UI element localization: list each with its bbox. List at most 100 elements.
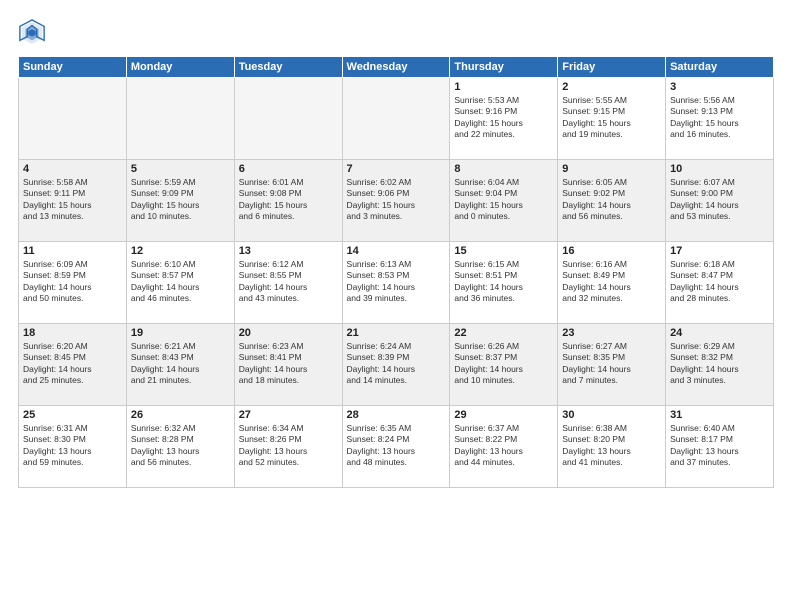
calendar-week-1: 1Sunrise: 5:53 AM Sunset: 9:16 PM Daylig… (19, 78, 774, 160)
day-number: 19 (131, 327, 230, 339)
day-info: Sunrise: 6:09 AM Sunset: 8:59 PM Dayligh… (23, 259, 122, 305)
calendar-cell: 9 Sunrise: 6:05 AM Sunset: 9:02 PM Daylig… (558, 160, 666, 242)
day-info: Sunrise: 6:32 AM Sunset: 8:28 PM Dayligh… (131, 423, 230, 469)
day-number: 14 (347, 245, 446, 257)
calendar: SundayMondayTuesdayWednesdayThursdayFrid… (18, 56, 774, 488)
day-info: Sunrise: 5:56 AM Sunset: 9:13 PM Dayligh… (670, 95, 769, 141)
day-info: Sunrise: 6:20 AM Sunset: 8:45 PM Dayligh… (23, 341, 122, 387)
day-number: 1 (454, 81, 553, 93)
day-info: Sunrise: 6:40 AM Sunset: 8:17 PM Dayligh… (670, 423, 769, 469)
calendar-cell: 4 Sunrise: 5:58 AM Sunset: 9:11 PM Daylig… (19, 160, 127, 242)
day-number: 16 (562, 245, 661, 257)
calendar-cell: 26 Sunrise: 6:32 AM Sunset: 8:28 PM Dayli… (126, 406, 234, 488)
calendar-cell: 13 Sunrise: 6:12 AM Sunset: 8:55 PM Dayli… (234, 242, 342, 324)
weekday-header-thursday: Thursday (450, 57, 558, 78)
weekday-header-friday: Friday (558, 57, 666, 78)
day-info: Sunrise: 6:21 AM Sunset: 8:43 PM Dayligh… (131, 341, 230, 387)
day-number: 10 (670, 163, 769, 175)
calendar-week-5: 25 Sunrise: 6:31 AM Sunset: 8:30 PM Dayli… (19, 406, 774, 488)
calendar-cell: 2Sunrise: 5:55 AM Sunset: 9:15 PM Daylig… (558, 78, 666, 160)
weekday-header-saturday: Saturday (666, 57, 774, 78)
day-info: Sunrise: 6:10 AM Sunset: 8:57 PM Dayligh… (131, 259, 230, 305)
day-number: 31 (670, 409, 769, 421)
calendar-cell: 27Sunrise: 6:34 AM Sunset: 8:26 PM Dayli… (234, 406, 342, 488)
page: SundayMondayTuesdayWednesdayThursdayFrid… (0, 0, 792, 612)
day-info: Sunrise: 6:31 AM Sunset: 8:30 PM Dayligh… (23, 423, 122, 469)
calendar-cell: 16Sunrise: 6:16 AM Sunset: 8:49 PM Dayli… (558, 242, 666, 324)
day-number: 13 (239, 245, 338, 257)
day-info: Sunrise: 6:38 AM Sunset: 8:20 PM Dayligh… (562, 423, 661, 469)
day-info: Sunrise: 6:13 AM Sunset: 8:53 PM Dayligh… (347, 259, 446, 305)
day-number: 27 (239, 409, 338, 421)
calendar-cell (342, 78, 450, 160)
calendar-cell: 30 Sunrise: 6:38 AM Sunset: 8:20 PM Dayli… (558, 406, 666, 488)
day-info: Sunrise: 6:01 AM Sunset: 9:08 PM Dayligh… (239, 177, 338, 223)
weekday-header-row: SundayMondayTuesdayWednesdayThursdayFrid… (19, 57, 774, 78)
calendar-cell: 31 Sunrise: 6:40 AM Sunset: 8:17 PM Dayli… (666, 406, 774, 488)
weekday-header-monday: Monday (126, 57, 234, 78)
day-info: Sunrise: 5:58 AM Sunset: 9:11 PM Dayligh… (23, 177, 122, 223)
calendar-cell: 6 Sunrise: 6:01 AM Sunset: 9:08 PM Daylig… (234, 160, 342, 242)
calendar-cell: 8Sunrise: 6:04 AM Sunset: 9:04 PM Daylig… (450, 160, 558, 242)
day-info: Sunrise: 6:02 AM Sunset: 9:06 PM Dayligh… (347, 177, 446, 223)
calendar-cell (126, 78, 234, 160)
calendar-cell: 19 Sunrise: 6:21 AM Sunset: 8:43 PM Dayli… (126, 324, 234, 406)
day-number: 15 (454, 245, 553, 257)
day-number: 18 (23, 327, 122, 339)
day-number: 25 (23, 409, 122, 421)
calendar-cell: 11 Sunrise: 6:09 AM Sunset: 8:59 PM Dayli… (19, 242, 127, 324)
day-info: Sunrise: 5:55 AM Sunset: 9:15 PM Dayligh… (562, 95, 661, 141)
calendar-cell: 12 Sunrise: 6:10 AM Sunset: 8:57 PM Dayli… (126, 242, 234, 324)
day-number: 17 (670, 245, 769, 257)
day-number: 26 (131, 409, 230, 421)
day-info: Sunrise: 6:18 AM Sunset: 8:47 PM Dayligh… (670, 259, 769, 305)
day-number: 24 (670, 327, 769, 339)
calendar-cell: 23 Sunrise: 6:27 AM Sunset: 8:35 PM Dayli… (558, 324, 666, 406)
calendar-cell: 22 Sunrise: 6:26 AM Sunset: 8:37 PM Dayli… (450, 324, 558, 406)
day-number: 28 (347, 409, 446, 421)
day-info: Sunrise: 6:26 AM Sunset: 8:37 PM Dayligh… (454, 341, 553, 387)
calendar-cell: 10 Sunrise: 6:07 AM Sunset: 9:00 PM Dayli… (666, 160, 774, 242)
day-number: 21 (347, 327, 446, 339)
calendar-cell: 17 Sunrise: 6:18 AM Sunset: 8:47 PM Dayli… (666, 242, 774, 324)
calendar-cell: 18 Sunrise: 6:20 AM Sunset: 8:45 PM Dayli… (19, 324, 127, 406)
day-number: 5 (131, 163, 230, 175)
calendar-cell: 1Sunrise: 5:53 AM Sunset: 9:16 PM Daylig… (450, 78, 558, 160)
calendar-cell (19, 78, 127, 160)
day-info: Sunrise: 6:15 AM Sunset: 8:51 PM Dayligh… (454, 259, 553, 305)
day-info: Sunrise: 6:23 AM Sunset: 8:41 PM Dayligh… (239, 341, 338, 387)
calendar-cell: 21 Sunrise: 6:24 AM Sunset: 8:39 PM Dayli… (342, 324, 450, 406)
day-info: Sunrise: 6:07 AM Sunset: 9:00 PM Dayligh… (670, 177, 769, 223)
calendar-cell (234, 78, 342, 160)
day-number: 23 (562, 327, 661, 339)
day-number: 8 (454, 163, 553, 175)
day-number: 20 (239, 327, 338, 339)
day-info: Sunrise: 6:37 AM Sunset: 8:22 PM Dayligh… (454, 423, 553, 469)
day-info: Sunrise: 6:35 AM Sunset: 8:24 PM Dayligh… (347, 423, 446, 469)
day-info: Sunrise: 6:29 AM Sunset: 8:32 PM Dayligh… (670, 341, 769, 387)
calendar-cell: 24 Sunrise: 6:29 AM Sunset: 8:32 PM Dayli… (666, 324, 774, 406)
calendar-week-4: 18 Sunrise: 6:20 AM Sunset: 8:45 PM Dayli… (19, 324, 774, 406)
day-number: 11 (23, 245, 122, 257)
day-number: 6 (239, 163, 338, 175)
calendar-cell: 5 Sunrise: 5:59 AM Sunset: 9:09 PM Daylig… (126, 160, 234, 242)
header (18, 18, 774, 46)
calendar-cell: 28 Sunrise: 6:35 AM Sunset: 8:24 PM Dayli… (342, 406, 450, 488)
calendar-cell: 7Sunrise: 6:02 AM Sunset: 9:06 PM Daylig… (342, 160, 450, 242)
day-info: Sunrise: 6:24 AM Sunset: 8:39 PM Dayligh… (347, 341, 446, 387)
calendar-cell: 29Sunrise: 6:37 AM Sunset: 8:22 PM Dayli… (450, 406, 558, 488)
day-number: 22 (454, 327, 553, 339)
day-info: Sunrise: 5:59 AM Sunset: 9:09 PM Dayligh… (131, 177, 230, 223)
day-info: Sunrise: 6:27 AM Sunset: 8:35 PM Dayligh… (562, 341, 661, 387)
logo (18, 18, 50, 46)
day-number: 4 (23, 163, 122, 175)
day-number: 9 (562, 163, 661, 175)
day-info: Sunrise: 6:05 AM Sunset: 9:02 PM Dayligh… (562, 177, 661, 223)
weekday-header-wednesday: Wednesday (342, 57, 450, 78)
weekday-header-tuesday: Tuesday (234, 57, 342, 78)
day-number: 12 (131, 245, 230, 257)
day-number: 30 (562, 409, 661, 421)
logo-icon (18, 18, 46, 46)
weekday-header-sunday: Sunday (19, 57, 127, 78)
day-info: Sunrise: 6:12 AM Sunset: 8:55 PM Dayligh… (239, 259, 338, 305)
